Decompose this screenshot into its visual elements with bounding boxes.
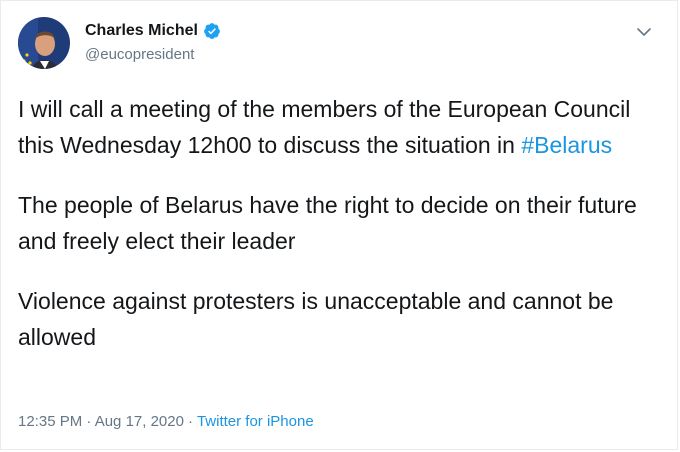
tweet-meta: 12:35 PM · Aug 17, 2020 · Twitter for iP… — [18, 412, 314, 432]
tweet-timestamp[interactable]: 12:35 PM · Aug 17, 2020 — [18, 412, 184, 432]
tweet-paragraph-2: The people of Belarus have the right to … — [18, 192, 637, 254]
avatar-photo-icon — [18, 17, 70, 69]
verified-badge-icon — [203, 22, 221, 40]
author-display-name[interactable]: Charles Michel — [85, 21, 198, 41]
tweet-paragraph-3: Violence against protesters is unaccepta… — [18, 288, 614, 350]
author-name-row: Charles Michel — [85, 21, 221, 41]
tweet-paragraph-1: I will call a meeting of the members of … — [18, 91, 658, 163]
tweet-card: Charles Michel @eucopresident I will cal… — [0, 0, 678, 450]
hashtag-link-belarus[interactable]: #Belarus — [521, 132, 612, 158]
author-handle[interactable]: @eucopresident — [85, 45, 194, 65]
chevron-down-icon[interactable] — [635, 23, 653, 41]
tweet-text: I will call a meeting of the members of … — [18, 91, 658, 355]
meta-separator: · — [187, 413, 193, 430]
tweet-source-link[interactable]: Twitter for iPhone — [197, 412, 314, 432]
avatar[interactable] — [18, 17, 70, 69]
